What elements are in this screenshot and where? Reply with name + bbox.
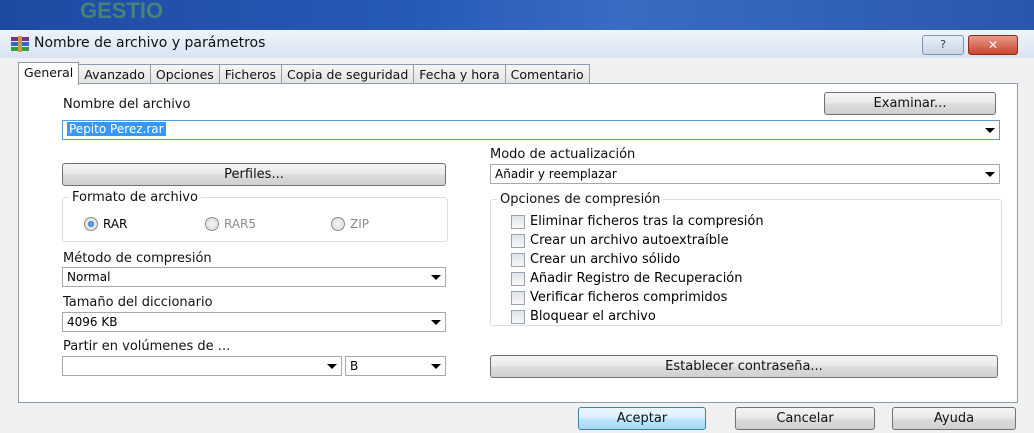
tab-general[interactable]: General [18, 62, 80, 85]
tab-ficheros[interactable]: Ficheros [218, 64, 283, 84]
dictionary-size-select[interactable]: 4096 KB [62, 312, 446, 332]
radio-zip-label: ZIP [350, 217, 369, 231]
general-panel: Nombre del archivo Examinar... Pepito Pe… [18, 83, 1018, 403]
winrar-books-icon [11, 36, 29, 52]
radio-unselected-icon [205, 217, 219, 231]
desktop-background: GESTIO [0, 0, 1034, 30]
filename-combobox[interactable]: Pepito Perez.rar [62, 120, 1000, 140]
split-volumes-label: Partir en volúmenes de ... [63, 339, 231, 354]
tab-strip: General Avanzado Opciones Ficheros Copia… [18, 62, 590, 85]
update-mode-select[interactable]: Añadir y reemplazar [490, 164, 1000, 184]
tab-avanzado[interactable]: Avanzado [78, 64, 151, 84]
ok-button[interactable]: Aceptar [578, 407, 706, 430]
help-button[interactable]: Ayuda [892, 407, 1016, 430]
browse-button[interactable]: Examinar... [824, 92, 996, 115]
chevron-down-icon[interactable] [985, 172, 995, 177]
help-title-button[interactable]: ? [922, 35, 964, 55]
filename-value: Pepito Perez.rar [67, 122, 166, 136]
update-mode-value: Añadir y reemplazar [495, 167, 617, 181]
split-unit-value: B [350, 359, 359, 373]
dictionary-size-value: 4096 KB [67, 315, 118, 329]
radio-rar5-label: RAR5 [224, 217, 257, 231]
split-unit-select[interactable]: B [345, 356, 446, 376]
chevron-down-icon[interactable] [431, 364, 441, 369]
checkbox-verify[interactable]: Verificar ficheros comprimidos [511, 290, 727, 305]
checkbox-icon [511, 252, 525, 267]
radio-rar[interactable]: RAR [84, 217, 127, 231]
checkbox-recovery-record-label: Añadir Registro de Recuperación [530, 271, 743, 286]
checkbox-delete-after[interactable]: Eliminar ficheros tras la compresión [511, 214, 764, 229]
tab-fecha-y-hora[interactable]: Fecha y hora [413, 64, 506, 84]
checkbox-lock[interactable]: Bloquear el archivo [511, 309, 656, 324]
checkbox-icon [511, 271, 525, 286]
compression-method-select[interactable]: Normal [62, 267, 446, 287]
close-button[interactable]: ✕ [968, 35, 1018, 55]
checkbox-icon [511, 309, 525, 324]
checkbox-verify-label: Verificar ficheros comprimidos [530, 290, 728, 305]
compression-method-value: Normal [67, 270, 111, 284]
background-text: GESTIO [80, 0, 164, 23]
checkbox-icon [511, 290, 525, 305]
profiles-button[interactable]: Perfiles... [62, 163, 446, 186]
filename-label: Nombre del archivo [63, 97, 191, 112]
checkbox-solid-label: Crear un archivo sólido [530, 252, 681, 267]
cancel-button[interactable]: Cancelar [735, 407, 875, 430]
tab-opciones[interactable]: Opciones [149, 64, 220, 84]
radio-rar-label: RAR [103, 217, 128, 231]
title-bar[interactable]: Nombre de archivo y parámetros ? ✕ [0, 30, 1034, 59]
chevron-down-icon[interactable] [431, 275, 441, 280]
compression-method-label: Método de compresión [63, 251, 212, 266]
split-volumes-combobox[interactable] [62, 356, 342, 376]
chevron-down-icon[interactable] [431, 320, 441, 325]
checkbox-lock-label: Bloquear el archivo [530, 309, 656, 324]
radio-selected-icon [84, 217, 98, 231]
archive-format-group: Formato de archivo [62, 190, 448, 242]
tab-comentario[interactable]: Comentario [504, 64, 590, 84]
archive-dialog: Nombre de archivo y parámetros ? ✕ Gener… [0, 30, 1034, 433]
dictionary-size-label: Tamaño del diccionario [63, 295, 213, 310]
update-mode-label: Modo de actualización [490, 147, 636, 162]
checkbox-sfx[interactable]: Crear un archivo autoextraíble [511, 233, 729, 248]
checkbox-recovery-record[interactable]: Añadir Registro de Recuperación [511, 271, 743, 286]
checkbox-sfx-label: Crear un archivo autoextraíble [530, 233, 729, 248]
set-password-button[interactable]: Establecer contraseña... [490, 355, 998, 378]
tab-copia-de-seguridad[interactable]: Copia de seguridad [281, 64, 415, 84]
radio-rar5[interactable]: RAR5 [205, 217, 256, 231]
chevron-down-icon[interactable] [327, 364, 337, 369]
checkbox-icon [511, 233, 525, 248]
checkbox-solid[interactable]: Crear un archivo sólido [511, 252, 680, 267]
compression-options-legend: Opciones de compresión [500, 192, 661, 207]
radio-unselected-icon [331, 217, 345, 231]
dialog-body: General Avanzado Opciones Ficheros Copia… [0, 58, 1034, 433]
checkbox-icon [511, 214, 525, 229]
chevron-down-icon[interactable] [985, 128, 995, 133]
archive-format-legend: Formato de archivo [72, 190, 198, 205]
checkbox-delete-after-label: Eliminar ficheros tras la compresión [530, 214, 764, 229]
radio-zip[interactable]: ZIP [331, 217, 369, 231]
window-title: Nombre de archivo y parámetros [34, 35, 266, 51]
